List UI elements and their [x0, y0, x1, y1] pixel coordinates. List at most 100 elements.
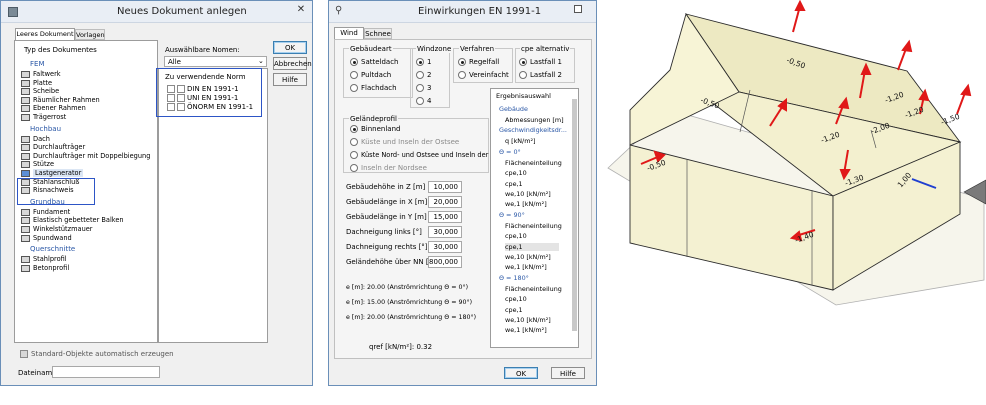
radio-flat-roof[interactable]	[350, 84, 358, 92]
result-item[interactable]: cpe,10	[505, 232, 527, 240]
radio-windzone-1[interactable]	[416, 58, 424, 66]
radio-inland[interactable]	[350, 125, 358, 133]
label-baltic-coast: Küste und Inseln der Ostsee	[361, 138, 460, 146]
result-item[interactable]: cpe,10	[505, 295, 527, 303]
results-title: Ergebnisauswahl	[496, 92, 551, 100]
label-gable-roof: Satteldach	[361, 58, 399, 66]
result-section-header: Θ = 180°	[499, 273, 529, 282]
tree-item[interactable]: Betonprofil	[33, 264, 69, 272]
close-icon[interactable]: ✕	[292, 3, 310, 17]
tree-item[interactable]: Dach	[33, 135, 50, 143]
result-item[interactable]: we,10 [kN/m²]	[505, 253, 551, 261]
app-icon	[8, 7, 18, 17]
new-document-dialog: Neues Dokument anlegen ✕ Leeres Dokument…	[0, 0, 313, 386]
minimize-icon[interactable]	[574, 5, 582, 13]
result-item[interactable]: cpe,1	[505, 242, 559, 251]
tree-item[interactable]: Durchlaufträger mit Doppelbiegung	[33, 152, 150, 160]
document-type-icon	[21, 105, 30, 113]
tree-item[interactable]: Spundwand	[33, 234, 72, 242]
radio-windzone-2[interactable]	[416, 71, 424, 79]
tree-item[interactable]: Winkelstützmauer	[33, 225, 93, 233]
field-slope-left[interactable]: 30,000	[428, 226, 462, 238]
result-item[interactable]: we,1 [kN/m²]	[505, 263, 547, 271]
result-item[interactable]: we,1 [kN/m²]	[505, 200, 547, 208]
help-button[interactable]: Hilfe	[273, 73, 307, 86]
radio-loadcase-2[interactable]	[519, 71, 527, 79]
result-item[interactable]: cpe,10	[505, 169, 527, 177]
tab-wind[interactable]: Wind	[334, 27, 364, 39]
field-slope-right[interactable]: 30,000	[428, 241, 462, 253]
norm-checkbox-uni[interactable]	[167, 94, 175, 102]
radio-loadcase-1[interactable]	[519, 58, 527, 66]
radio-simplified[interactable]	[458, 71, 466, 79]
tab-snow-label: Schnee	[365, 30, 391, 38]
result-item[interactable]: q [kN/m²]	[505, 137, 536, 145]
field-length-x[interactable]: 20,000	[428, 196, 462, 208]
method-title: Verfahren	[459, 45, 496, 53]
field-terrain-height[interactable]: 800,000	[428, 256, 462, 268]
actions-ok-button[interactable]: OK	[504, 367, 538, 379]
label-windzone-4: 4	[427, 97, 432, 105]
document-type-panel: Typ des Dokumentes FEM Faltwerk Platte Sche…	[14, 40, 158, 343]
norm-checkbox-uni-2[interactable]	[177, 94, 185, 102]
result-item[interactable]: cpe,1	[505, 180, 523, 188]
result-item[interactable]: Flächeneinteilung	[505, 222, 562, 230]
radio-regular[interactable]	[458, 58, 466, 66]
result-section-header: Θ = 0°	[499, 147, 521, 156]
radio-mono-roof[interactable]	[350, 71, 358, 79]
norms-select[interactable]: Alle ⌄	[164, 56, 267, 67]
tree-item[interactable]: Fundament	[33, 208, 70, 216]
document-type-icon	[21, 161, 30, 169]
tree-item[interactable]: Trägerrost	[33, 113, 66, 121]
norm-checkbox-din[interactable]	[167, 85, 175, 93]
norm-checkbox-din-2[interactable]	[177, 85, 185, 93]
tree-item[interactable]: Lastgenerator	[33, 169, 84, 177]
radio-windzone-4[interactable]	[416, 97, 424, 105]
results-scrollbar[interactable]	[572, 99, 577, 331]
filename-input[interactable]	[52, 366, 160, 378]
radio-baltic-coast[interactable]	[350, 138, 358, 146]
label-windzone-1: 1	[427, 58, 432, 66]
norm-checkbox-onorm[interactable]	[167, 103, 175, 111]
field-length-y[interactable]: 15,000	[428, 211, 462, 223]
tree-item[interactable]: Stahlprofil	[33, 255, 67, 263]
result-item[interactable]: Flächeneinteilung	[505, 285, 562, 293]
label-north-sea-islands: Inseln der Nordsee	[361, 164, 427, 172]
tree-item[interactable]: Räumlicher Rahmen	[33, 96, 100, 104]
tab-snow[interactable]: Schnee	[364, 28, 392, 39]
cpe-title: cpe alternativ	[520, 45, 571, 53]
radio-north-baltic-coast[interactable]	[350, 151, 358, 159]
std-objects-checkbox[interactable]	[20, 350, 28, 358]
document-type-icon	[21, 144, 30, 152]
norm-checkbox-onorm-2[interactable]	[177, 103, 185, 111]
load-label-6: -1,50	[940, 112, 962, 127]
tree-item[interactable]: Ebener Rahmen	[33, 104, 86, 112]
radio-gable-roof[interactable]	[350, 58, 358, 66]
tree-item[interactable]: Stütze	[33, 160, 54, 168]
radio-north-sea-islands[interactable]	[350, 164, 358, 172]
actions-help-button[interactable]: Hilfe	[551, 367, 585, 379]
tree-item[interactable]: Faltwerk	[33, 70, 61, 78]
tree-group-header: FEM	[30, 60, 45, 68]
cancel-button[interactable]: Abbrechen	[273, 57, 312, 70]
field-height[interactable]: 10,000	[428, 181, 462, 193]
field-label-length-y: Gebäudelänge in Y [m]	[346, 213, 427, 221]
tree-item[interactable]: Durchlaufträger	[33, 143, 85, 151]
result-item[interactable]: cpe,1	[505, 306, 523, 314]
document-type-icon	[21, 114, 30, 121]
ok-button[interactable]: OK	[273, 41, 307, 54]
result-item[interactable]: we,10 [kN/m²]	[505, 190, 551, 198]
radio-windzone-3[interactable]	[416, 84, 424, 92]
dialog-title: Neues Dokument anlegen	[117, 6, 247, 17]
tree-item[interactable]: Platte	[33, 79, 52, 87]
field-label-length-x: Gebäudelänge in X [m]	[346, 198, 428, 206]
tab-templates[interactable]: Vorlagen	[75, 29, 105, 40]
result-item[interactable]: Abmessungen [m]	[505, 116, 564, 124]
tab-empty-document[interactable]: Leeres Dokument	[15, 28, 75, 40]
result-item[interactable]: we,10 [kN/m²]	[505, 316, 551, 324]
result-item[interactable]: we,1 [kN/m²]	[505, 326, 547, 334]
document-type-icon	[21, 256, 30, 264]
tree-item[interactable]: Elastisch gebetteter Balken	[33, 216, 124, 224]
tree-item[interactable]: Scheibe	[33, 87, 59, 95]
result-item[interactable]: Flächeneinteilung	[505, 159, 562, 167]
